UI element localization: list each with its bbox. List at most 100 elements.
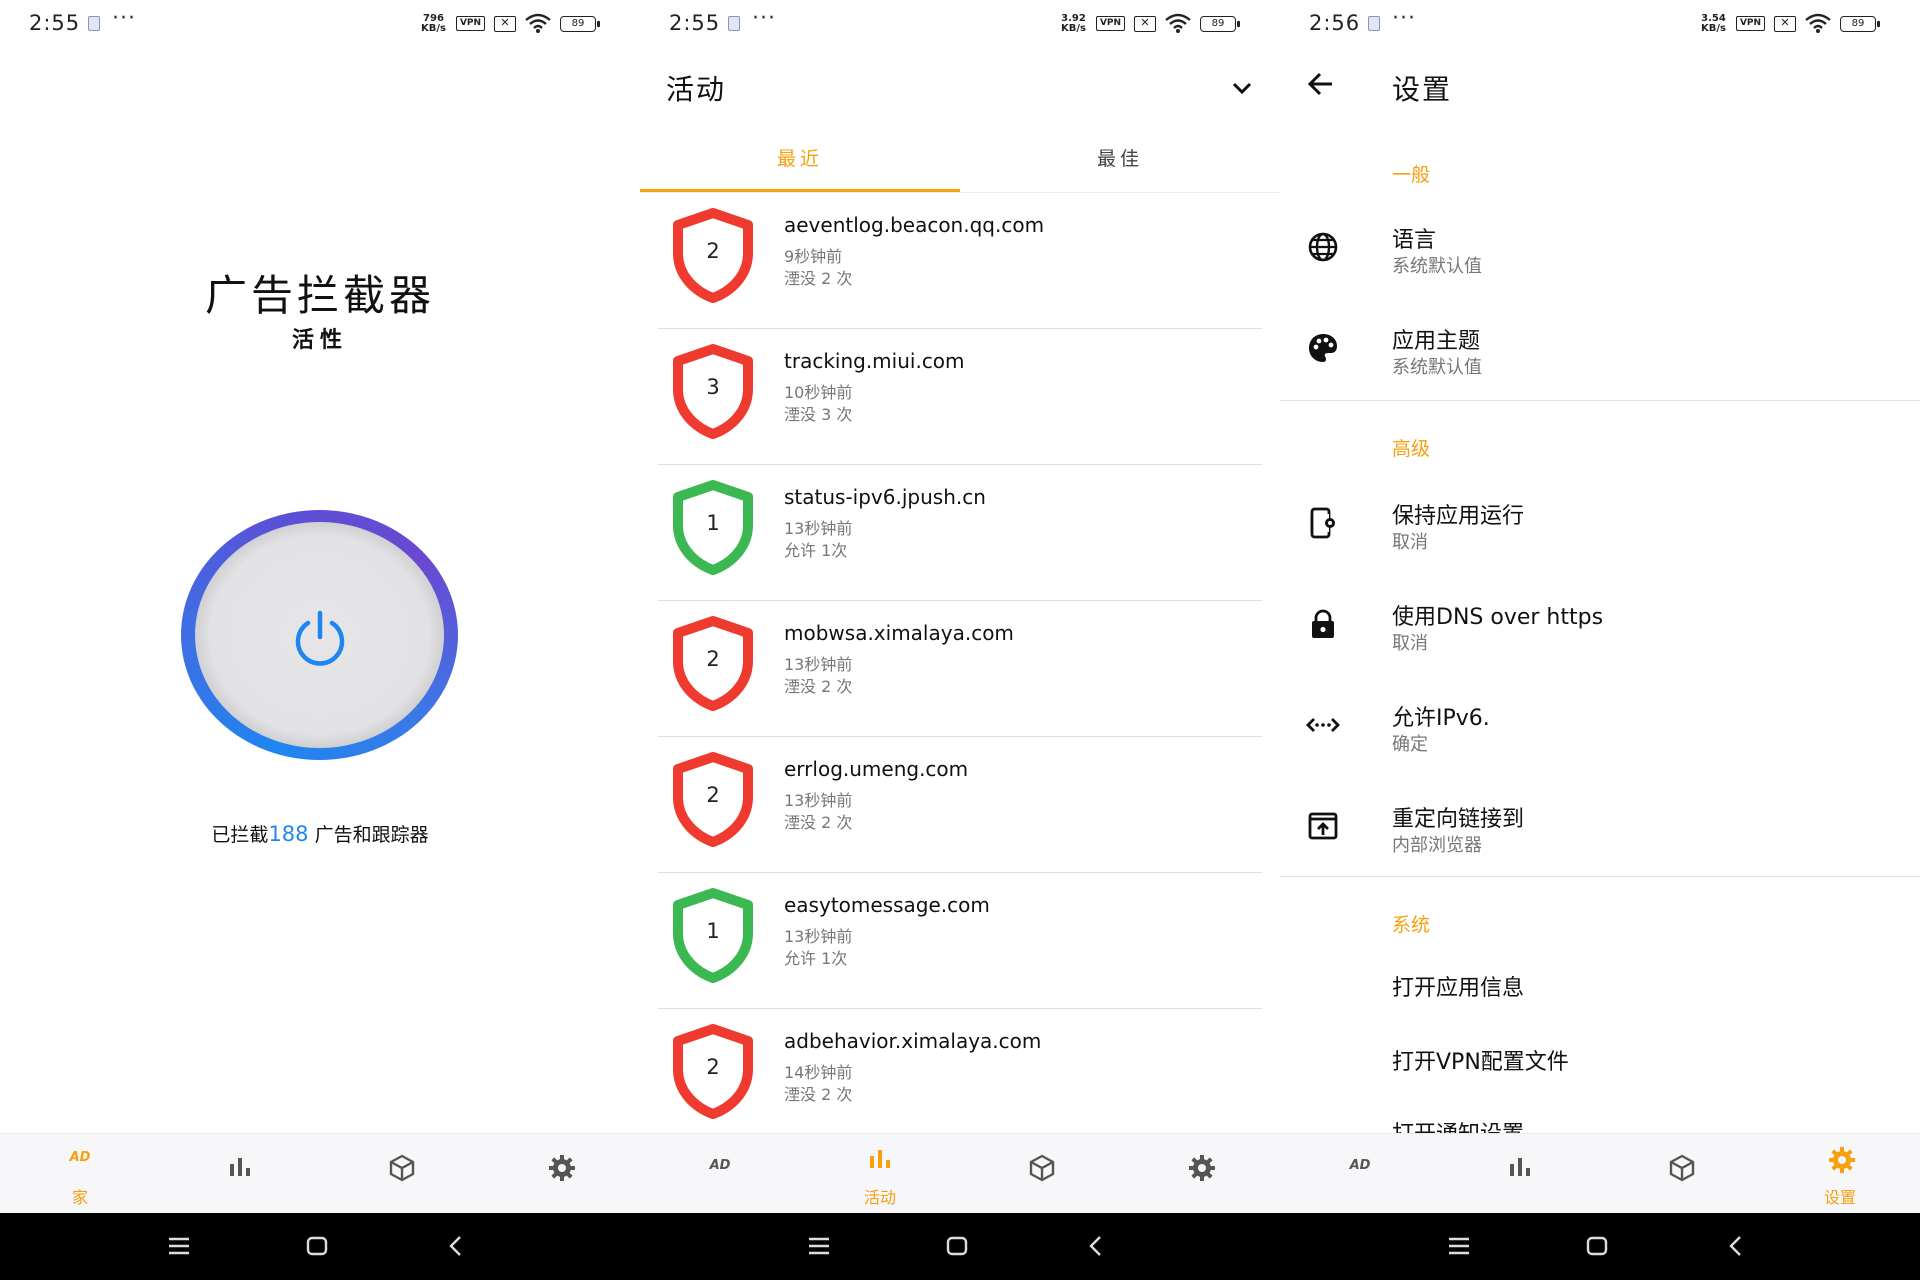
request-count-badge: 2 xyxy=(706,239,720,263)
activity-item[interactable]: 1 status-ipv6.jpush.cn 13秒钟前 允许 1次 xyxy=(658,465,1262,601)
setting-redirect[interactable]: 重定向链接到 内部浏览器 xyxy=(1280,787,1920,867)
section-general: 一般 xyxy=(1392,164,1431,186)
power-icon[interactable] xyxy=(288,607,352,667)
activity-item[interactable]: 1 easytomessage.com 13秒钟前 允许 1次 xyxy=(658,873,1262,1009)
arrow-left-icon[interactable] xyxy=(1306,70,1336,98)
network-speed: 3.92 KB/s xyxy=(1061,13,1086,34)
gear-icon xyxy=(549,1155,575,1181)
home-icon[interactable] xyxy=(304,1233,330,1259)
nav-settings[interactable]: 设置 xyxy=(1760,1134,1920,1214)
activity-domain: status-ipv6.jpush.cn xyxy=(784,485,986,509)
nav-activity[interactable] xyxy=(160,1134,320,1214)
open-app-info-link[interactable]: 打开应用信息 xyxy=(1392,970,1524,1002)
notification-icon xyxy=(728,16,740,31)
setting-theme[interactable]: 应用主题 系统默认值 xyxy=(1280,309,1920,389)
request-count-badge: 1 xyxy=(706,511,720,535)
setting-value: 内部浏览器 xyxy=(1392,835,1482,856)
bar-chart-icon xyxy=(1510,1158,1530,1176)
nav-home[interactable]: AD xyxy=(1280,1134,1440,1214)
request-count-badge: 3 xyxy=(706,375,720,399)
phone-settings-icon xyxy=(1310,507,1335,539)
activity-item[interactable]: 2 mobwsa.ximalaya.com 13秒钟前 湮没 2 次 xyxy=(658,601,1262,737)
setting-keep-running[interactable]: 保持应用运行 取消 xyxy=(1280,484,1920,564)
status-bar: 2:55 ··· 796 KB/s VPN ✕ 89 xyxy=(0,0,640,50)
code-arrows-icon xyxy=(1306,718,1340,732)
vpn-icon: VPN xyxy=(1096,16,1125,31)
back-icon[interactable] xyxy=(1083,1233,1109,1259)
activity-time: 9秒钟前 xyxy=(784,247,843,266)
wifi-icon xyxy=(1165,13,1191,33)
protection-status: 活性 xyxy=(291,328,348,353)
home-icon[interactable] xyxy=(1584,1233,1610,1259)
setting-language[interactable]: 语言 系统默认值 xyxy=(1280,208,1920,288)
activity-time: 14秒钟前 xyxy=(784,1063,853,1082)
back-icon[interactable] xyxy=(443,1233,469,1259)
wifi-icon xyxy=(525,13,551,33)
lock-icon xyxy=(1312,609,1334,638)
nav-settings-label: 设置 xyxy=(1823,1188,1856,1207)
network-speed: 796 KB/s xyxy=(421,13,446,34)
vpn-icon: VPN xyxy=(456,16,485,31)
setting-ipv6[interactable]: 允许IPv6. 确定 xyxy=(1280,686,1920,766)
battery-icon: 89 xyxy=(1200,16,1240,32)
nav-activity[interactable]: 活动 xyxy=(800,1134,960,1214)
palette-icon xyxy=(1309,334,1337,362)
activity-time: 13秒钟前 xyxy=(784,519,853,538)
activity-item[interactable]: 2 adbehavior.ximalaya.com 14秒钟前 湮没 2 次 xyxy=(658,1009,1262,1145)
nav-activity[interactable] xyxy=(1440,1134,1600,1214)
vpn-icon: VPN xyxy=(1736,16,1765,31)
wifi-icon xyxy=(1805,13,1831,33)
cube-icon xyxy=(1669,1154,1695,1182)
setting-value: 取消 xyxy=(1392,532,1428,553)
home-icon[interactable] xyxy=(944,1233,970,1259)
battery-icon: 89 xyxy=(1840,16,1880,32)
back-icon[interactable] xyxy=(1723,1233,1749,1259)
activity-item[interactable]: 3 tracking.miui.com 10秒钟前 湮没 3 次 xyxy=(658,329,1262,465)
chevron-down-icon[interactable] xyxy=(1228,76,1256,100)
activity-count: 湮没 2 次 xyxy=(784,677,853,696)
nav-filters[interactable] xyxy=(1600,1134,1760,1214)
activity-time: 10秒钟前 xyxy=(784,383,853,402)
system-navigation-bar xyxy=(0,1213,640,1280)
nav-home[interactable]: AD xyxy=(640,1134,800,1214)
section-system: 系统 xyxy=(1392,914,1431,936)
nav-filters[interactable] xyxy=(320,1134,480,1214)
open-vpn-profile-link[interactable]: 打开VPN配置文件 xyxy=(1392,1044,1569,1076)
nav-home[interactable]: AD 家 xyxy=(0,1134,160,1214)
bottom-navigation: AD 家 xyxy=(0,1133,640,1213)
blocked-summary: 已拦截188 广告和跟踪器 xyxy=(0,820,640,847)
request-count-badge: 2 xyxy=(706,783,720,807)
activity-count: 湮没 2 次 xyxy=(784,813,853,832)
status-time: 2:55 xyxy=(669,11,721,35)
nav-filters[interactable] xyxy=(960,1134,1120,1214)
menu-icon[interactable] xyxy=(1446,1233,1472,1259)
tab-best[interactable]: 最佳 xyxy=(960,144,1280,171)
nav-settings[interactable] xyxy=(1120,1134,1280,1214)
more-notifications-icon: ··· xyxy=(1392,6,1416,31)
activity-count: 湮没 3 次 xyxy=(784,405,853,424)
tab-recent[interactable]: 最近 xyxy=(640,144,960,171)
activity-item[interactable]: 2 aeventlog.beacon.qq.com 9秒钟前 湮没 2 次 xyxy=(658,193,1262,329)
request-count-badge: 2 xyxy=(706,1055,720,1079)
system-navigation-bar xyxy=(1280,1213,1920,1280)
setting-dns-https[interactable]: 使用DNS over https 取消 xyxy=(1280,585,1920,665)
activity-count: 允许 1次 xyxy=(784,949,848,968)
activity-domain: errlog.umeng.com xyxy=(784,757,969,781)
blocked-suffix: 广告和跟踪器 xyxy=(308,824,429,846)
setting-label: 语言 xyxy=(1392,228,1437,253)
setting-value: 取消 xyxy=(1392,633,1428,654)
request-count-badge: 1 xyxy=(706,919,720,943)
nav-settings[interactable] xyxy=(480,1134,640,1214)
setting-value: 系统默认值 xyxy=(1392,256,1482,277)
status-bar: 2:56 ··· 3.54 KB/s VPN ✕ 89 xyxy=(1280,0,1920,50)
menu-icon[interactable] xyxy=(806,1233,832,1259)
activity-item[interactable]: 2 errlog.umeng.com 13秒钟前 湮没 2 次 xyxy=(658,737,1262,873)
menu-icon[interactable] xyxy=(166,1233,192,1259)
gear-icon xyxy=(1829,1147,1855,1173)
status-time: 2:55 xyxy=(29,11,81,35)
activity-screen: 2:55 ··· 3.92 KB/s VPN ✕ 89 活动 最近 最佳 2 aev… xyxy=(640,0,1280,1280)
settings-screen: 2:56 ··· 3.54 KB/s VPN ✕ 89 设置 一般 语言 系统默认… xyxy=(1280,0,1920,1280)
activity-domain: easytomessage.com xyxy=(784,893,990,917)
open-notification-settings-link[interactable]: 打开通知设置 xyxy=(1392,1116,1524,1133)
ad-logo-icon: AD xyxy=(69,1150,91,1165)
